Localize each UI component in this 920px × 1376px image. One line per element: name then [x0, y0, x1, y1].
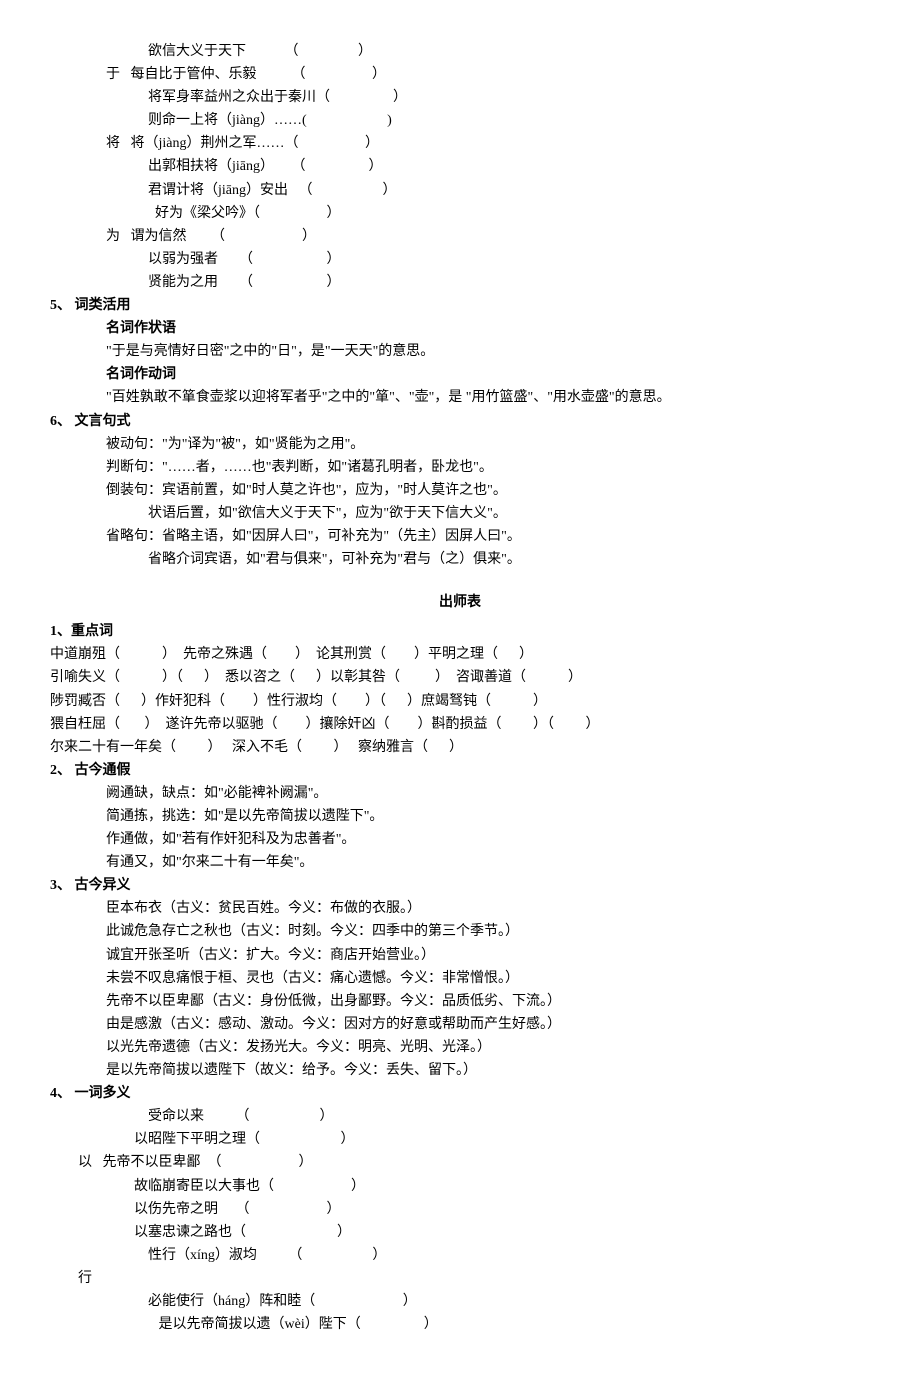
noun-adverbial-title: 名词作状语 — [50, 317, 870, 340]
text-line: 以昭陛下平明之理（ ） — [50, 1128, 870, 1151]
text-line: 倒装句：宾语前置，如"时人莫之许也"，应为，"时人莫许之也"。 — [50, 479, 870, 502]
text-line: 则命一上将（jiàng）……( ) — [50, 109, 870, 132]
text-line: 未尝不叹息痛恨于桓、灵也（古义：痛心遗憾。今义：非常憎恨。） — [50, 967, 870, 990]
section-top: 欲信大义于天下 （ ）于 每自比于管仲、乐毅 （ ）将军身率益州之众出于秦川（ … — [50, 40, 870, 294]
text-line: 将军身率益州之众出于秦川（ ） — [50, 86, 870, 109]
text-line: 状语后置，如"欲信大义于天下"，应为"欲于天下信大义"。 — [50, 502, 870, 525]
text-line: 为 谓为信然 （ ） — [50, 225, 870, 248]
noun-verb-line: "百姓孰敢不箪食壶浆以迎将军者乎"之中的"箪"、"壶"，是 "用竹篮盛"、"用水… — [50, 386, 870, 409]
text-line: 省略句：省略主语，如"因屏人曰"，可补充为"（先主）因屏人曰"。 — [50, 525, 870, 548]
b3-body: 臣本布衣（古义：贫民百姓。今义：布做的衣服。）此诚危急存亡之秋也（古义：时刻。今… — [50, 897, 870, 1082]
text-line: 以弱为强者 （ ） — [50, 248, 870, 271]
text-line: 是以先帝简拔以遗陛下（故义：给予。今义：丢失、留下。） — [50, 1059, 870, 1082]
text-line: 将 将（jiàng）荆州之军……（ ） — [50, 132, 870, 155]
text-line: 出郭相扶将（jiāng） （ ） — [50, 155, 870, 178]
text-line: 以伤先帝之明 （ ） — [50, 1198, 870, 1221]
text-line: 于 每自比于管仲、乐毅 （ ） — [50, 63, 870, 86]
text-line: 是以先帝简拔以遗（wèi）陛下（ ） — [50, 1313, 870, 1336]
text-line: 尔来二十有一年矣（ ） 深入不毛（ ） 察纳雅言（ ） — [50, 736, 870, 759]
text-line: 好为《梁父吟》（ ） — [50, 202, 870, 225]
text-line: 简通拣，挑选：如"是以先帝简拔以遗陛下"。 — [50, 805, 870, 828]
section-6-head: 6、 文言句式 — [50, 410, 870, 433]
text-line: 由是感激（古义：感动、激动。今义：因对方的好意或帮助而产生好感。） — [50, 1013, 870, 1036]
text-line: 判断句："……者，……也"表判断，如"诸葛孔明者，卧龙也"。 — [50, 456, 870, 479]
text-line: 君谓计将（jiāng）安出 （ ） — [50, 179, 870, 202]
text-line: 先帝不以臣卑鄙（古义：身份低微，出身鄙野。今义：品质低劣、下流。） — [50, 990, 870, 1013]
text-line: 作通做，如"若有作奸犯科及为忠善者"。 — [50, 828, 870, 851]
b3-head: 3、 古今异义 — [50, 874, 870, 897]
text-line: 引喻失义（ ）（ ） 悉以咨之（ ）以彰其咎（ ） 咨诹善道（ ） — [50, 666, 870, 689]
b1-body: 中道崩殂（ ） 先帝之殊遇（ ） 论其刑赏（ ）平明之理（ ）引喻失义（ ）（ … — [50, 643, 870, 758]
text-line: 行 — [50, 1267, 870, 1290]
text-line: 臣本布衣（古义：贫民百姓。今义：布做的衣服。） — [50, 897, 870, 920]
text-line: 性行（xíng）淑均 （ ） — [50, 1244, 870, 1267]
text-line: 以塞忠谏之路也（ ） — [50, 1221, 870, 1244]
b4-head: 4、 一词多义 — [50, 1082, 870, 1105]
section-6-body: 被动句："为"译为"被"，如"贤能为之用"。判断句："……者，……也"表判断，如… — [50, 433, 870, 572]
text-line: 以光先帝遗德（古义：发扬光大。今义：明亮、光明、光泽。） — [50, 1036, 870, 1059]
text-line: 阙通缺，缺点：如"必能裨补阙漏"。 — [50, 782, 870, 805]
doc-title-2: 出师表 — [50, 591, 870, 614]
noun-adverbial-line: "于是与亮情好日密"之中的"日"，是"一天天"的意思。 — [50, 340, 870, 363]
text-line: 受命以来 （ ） — [50, 1105, 870, 1128]
b2-body: 阙通缺，缺点：如"必能裨补阙漏"。简通拣，挑选：如"是以先帝简拔以遗陛下"。作通… — [50, 782, 870, 874]
text-line: 被动句："为"译为"被"，如"贤能为之用"。 — [50, 433, 870, 456]
text-line: 欲信大义于天下 （ ） — [50, 40, 870, 63]
b2-head: 2、 古今通假 — [50, 759, 870, 782]
text-line: 以 先帝不以臣卑鄙 （ ） — [50, 1151, 870, 1174]
section-5-head: 5、 词类活用 — [50, 294, 870, 317]
text-line: 中道崩殂（ ） 先帝之殊遇（ ） 论其刑赏（ ）平明之理（ ） — [50, 643, 870, 666]
b1-head: 1、重点词 — [50, 620, 870, 643]
noun-verb-title: 名词作动词 — [50, 363, 870, 386]
text-line: 猥自枉屈（ ） 遂许先帝以驱驰（ ）攘除奸凶（ ）斟酌损益（ ）（ ） — [50, 713, 870, 736]
text-line: 故临崩寄臣以大事也（ ） — [50, 1175, 870, 1198]
text-line: 贤能为之用 （ ） — [50, 271, 870, 294]
text-line: 诚宜开张圣听（古义：扩大。今义：商店开始营业。） — [50, 944, 870, 967]
text-line: 陟罚臧否（ ）作奸犯科（ ）性行淑均（ ）（ ）庶竭驽钝（ ） — [50, 690, 870, 713]
text-line: 有通又，如"尔来二十有一年矣"。 — [50, 851, 870, 874]
text-line: 省略介词宾语，如"君与俱来"，可补充为"君与（之）俱来"。 — [50, 548, 870, 571]
text-line: 此诚危急存亡之秋也（古义：时刻。今义：四季中的第三个季节。） — [50, 920, 870, 943]
